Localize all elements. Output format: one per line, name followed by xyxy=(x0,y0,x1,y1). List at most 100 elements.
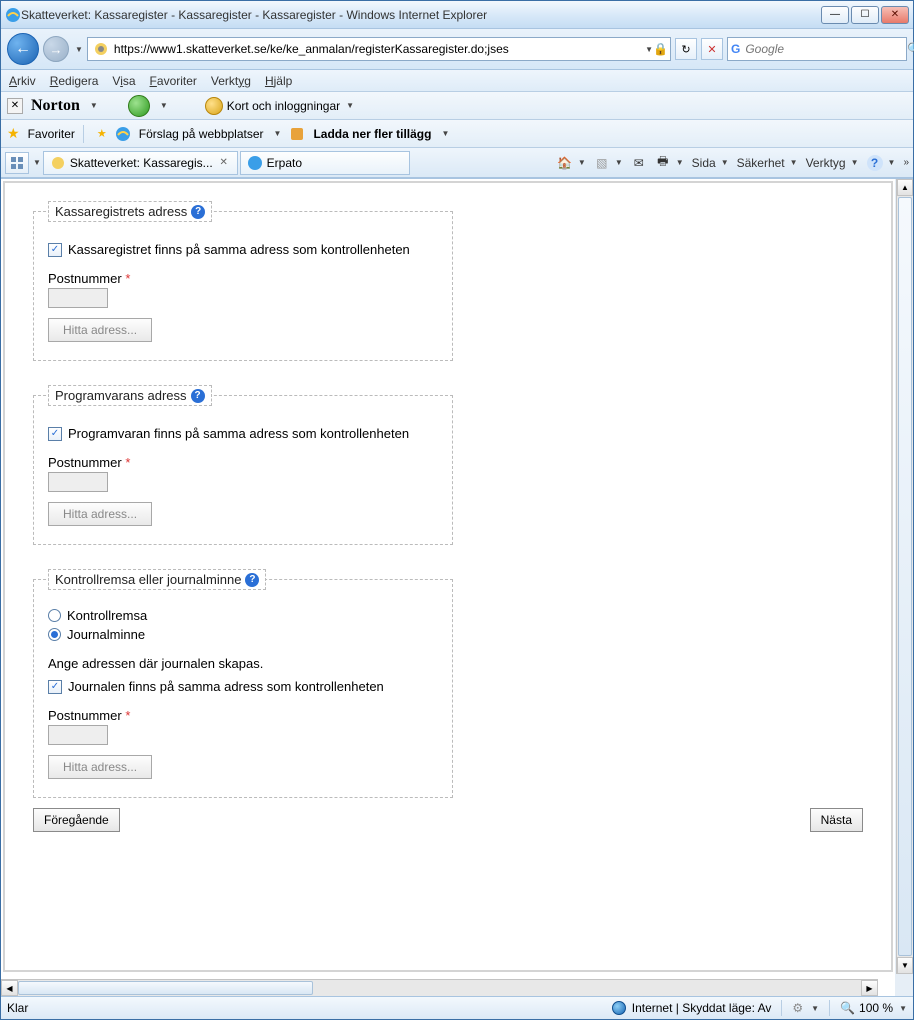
vscroll-up[interactable]: ▲ xyxy=(897,179,913,196)
menu-verktyg[interactable]: Verktyg xyxy=(211,74,251,88)
mail-button[interactable]: ✉ xyxy=(631,155,647,171)
zoom-dropdown[interactable]: ▼ xyxy=(899,1004,907,1013)
help-icon[interactable]: ? xyxy=(191,205,205,219)
url-dropdown[interactable]: ▼ xyxy=(645,45,653,54)
address-bar[interactable]: ▼ 🔒 xyxy=(87,37,671,61)
tab-erpato[interactable]: Erpato xyxy=(240,151,410,175)
home-button[interactable]: 🏠▼ xyxy=(557,155,586,171)
hscroll-thumb[interactable] xyxy=(18,981,313,995)
norton-close[interactable]: ✕ xyxy=(7,98,23,114)
suggested-sites[interactable]: Förslag på webbplatser xyxy=(139,127,264,141)
tools-menu[interactable]: Verktyg▼ xyxy=(806,156,859,170)
next-button[interactable]: Nästa xyxy=(810,808,863,832)
postnummer-input-3[interactable] xyxy=(48,725,108,745)
legend-programvara: Programvarans adress ? xyxy=(48,385,212,406)
tools-label: Verktyg xyxy=(806,156,846,170)
search-button-icon[interactable]: 🔍 xyxy=(907,42,914,56)
zone-text: Internet | Skyddat läge: Av xyxy=(632,1001,772,1015)
protected-mode-icon[interactable]: ⚙ xyxy=(792,1001,803,1015)
norton-vault-button[interactable]: Kort och inloggningar ▼ xyxy=(198,94,361,118)
favorites-label[interactable]: Favoriter xyxy=(28,127,75,141)
search-input[interactable] xyxy=(743,41,904,57)
help-icon[interactable]: ? xyxy=(191,389,205,403)
hscroll-right[interactable]: ▶ xyxy=(861,980,878,996)
postnummer-input-2[interactable] xyxy=(48,472,108,492)
safety-label: Säkerhet xyxy=(737,156,785,170)
addons-dropdown[interactable]: ▼ xyxy=(441,129,449,138)
vscroll-thumb[interactable] xyxy=(898,197,912,956)
command-bar: 🏠▼ ▧▼ ✉ 🖶▼ Sida▼ Säkerhet▼ Verktyg▼ ?▼ » xyxy=(557,155,909,171)
page-menu[interactable]: Sida▼ xyxy=(692,156,729,170)
maximize-button[interactable]: ☐ xyxy=(851,6,879,24)
hitta-adress-button-2[interactable]: Hitta adress... xyxy=(48,502,152,526)
radio-kontrollremsa[interactable] xyxy=(48,609,61,622)
radio-journalminne[interactable] xyxy=(48,628,61,641)
menu-visa[interactable]: Visa xyxy=(112,74,135,88)
minimize-button[interactable]: — xyxy=(821,6,849,24)
menu-redigera[interactable]: Redigera xyxy=(50,74,99,88)
norton-logo: Norton xyxy=(31,97,80,115)
overflow-chevron[interactable]: » xyxy=(903,157,909,168)
close-button[interactable]: ✕ xyxy=(881,6,909,24)
print-button[interactable]: 🖶▼ xyxy=(655,155,684,171)
hitta-adress-button-1[interactable]: Hitta adress... xyxy=(48,318,152,342)
menu-hjalp[interactable]: Hjälp xyxy=(265,74,292,88)
norton-dropdown[interactable]: ▼ xyxy=(90,101,98,110)
zoom-control[interactable]: 🔍 100 % ▼ xyxy=(840,1001,907,1015)
favorites-star-icon[interactable]: ★ xyxy=(7,125,20,142)
menu-favoriter[interactable]: Favoriter xyxy=(150,74,197,88)
ie-window: Skatteverket: Kassaregister - Kassaregis… xyxy=(0,0,914,1020)
prev-button[interactable]: Föregående xyxy=(33,808,120,832)
postnummer-input-1[interactable] xyxy=(48,288,108,308)
protected-dropdown[interactable]: ▼ xyxy=(811,1004,819,1013)
safety-menu[interactable]: Säkerhet▼ xyxy=(737,156,798,170)
forward-button[interactable]: → xyxy=(43,36,69,62)
checkbox-program-same-address[interactable]: ✓ xyxy=(48,427,62,441)
postnummer-label-1: Postnummer * xyxy=(48,271,438,286)
page-viewport: Kassaregistrets adress ? ✓ Kassaregistre… xyxy=(1,179,895,996)
norton-status-dropdown[interactable]: ▼ xyxy=(160,101,168,110)
norton-vault-dropdown[interactable]: ▼ xyxy=(346,101,354,110)
suggested-dropdown[interactable]: ▼ xyxy=(274,129,282,138)
norton-status-icon[interactable] xyxy=(128,95,150,117)
quicktabs-button[interactable] xyxy=(5,152,29,174)
mail-icon: ✉ xyxy=(631,155,647,171)
norton-toolbar: ✕ Norton ▼ ▼ Kort och inloggningar ▼ xyxy=(1,92,913,120)
checkbox-kassa-same-address[interactable]: ✓ xyxy=(48,243,62,257)
ie-small-icon xyxy=(115,126,131,142)
rss-icon: ▧ xyxy=(594,155,610,171)
stop-button[interactable]: ✕ xyxy=(701,38,723,60)
site-favicon xyxy=(93,41,109,57)
search-box[interactable]: G 🔍 xyxy=(727,37,907,61)
radio-kontrollremsa-label: Kontrollremsa xyxy=(67,608,147,623)
tab1-favicon xyxy=(50,155,66,171)
legend3-text: Kontrollremsa eller journalminne xyxy=(55,572,241,587)
page-content: Kassaregistrets adress ? ✓ Kassaregistre… xyxy=(3,181,893,972)
horizontal-scrollbar[interactable]: ◀ ▶ xyxy=(1,979,878,996)
refresh-button[interactable]: ↻ xyxy=(675,38,697,60)
url-input[interactable] xyxy=(112,41,643,57)
hscroll-track[interactable] xyxy=(18,980,861,996)
ie-icon xyxy=(5,7,21,23)
tablist-dropdown[interactable]: ▼ xyxy=(33,158,41,167)
feeds-button[interactable]: ▧▼ xyxy=(594,155,623,171)
back-button[interactable]: ← xyxy=(7,33,39,65)
content-area: Kassaregistrets adress ? ✓ Kassaregistre… xyxy=(1,178,913,996)
checkbox-journal-same-address[interactable]: ✓ xyxy=(48,680,62,694)
vscroll-down[interactable]: ▼ xyxy=(897,957,913,974)
tab-skatteverket[interactable]: Skatteverket: Kassaregis... ✕ xyxy=(43,151,238,175)
zoom-icon: 🔍 xyxy=(840,1001,855,1015)
status-bar: Klar Internet | Skyddat läge: Av ⚙▼ 🔍 10… xyxy=(1,996,913,1019)
tab1-close[interactable]: ✕ xyxy=(217,156,231,170)
vertical-scrollbar[interactable]: ▲ ▼ xyxy=(896,179,913,974)
get-addons[interactable]: Ladda ner fler tillägg xyxy=(313,127,431,141)
tabs-bar: ▼ Skatteverket: Kassaregis... ✕ Erpato 🏠… xyxy=(1,148,913,178)
menu-arkiv[interactable]: Arkiv xyxy=(9,74,36,88)
globe-icon xyxy=(612,1001,626,1015)
nav-history-dropdown[interactable]: ▼ xyxy=(75,45,83,54)
help-icon[interactable]: ? xyxy=(245,573,259,587)
hitta-adress-button-3[interactable]: Hitta adress... xyxy=(48,755,152,779)
add-fav-icon[interactable]: ★ xyxy=(97,127,107,140)
help-button[interactable]: ?▼ xyxy=(867,155,896,171)
hscroll-left[interactable]: ◀ xyxy=(1,980,18,996)
